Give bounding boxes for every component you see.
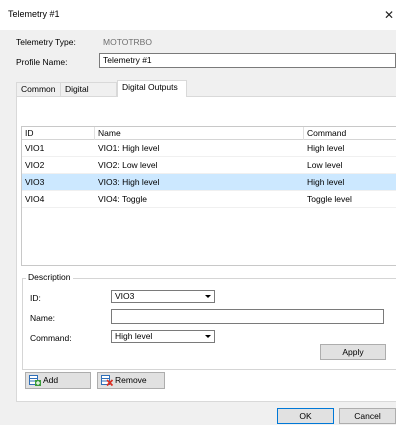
command-combobox[interactable]: High level — [111, 330, 215, 343]
ok-button[interactable]: OK — [277, 408, 334, 424]
description-legend: Description — [26, 272, 73, 282]
cell-command: Toggle level — [307, 194, 352, 204]
cell-name: VIO4: Toggle — [98, 194, 147, 204]
cell-name: VIO3: High level — [98, 177, 160, 187]
table-row[interactable]: VIO1 VIO1: High level High level — [22, 140, 396, 157]
tab-digital-inputs[interactable]: Digital Inputs — [60, 82, 117, 106]
dialog-footer: OK Cancel — [0, 402, 396, 425]
name-label: Name: — [30, 313, 56, 323]
cell-command: Low level — [307, 160, 343, 170]
close-button[interactable]: ✕ — [382, 6, 396, 24]
telemetry-type-label: Telemetry Type: — [16, 37, 76, 47]
table-header: ID Name Command — [22, 127, 396, 140]
add-button[interactable]: Add — [25, 372, 91, 389]
table-row[interactable]: VIO2 VIO2: Low level Low level — [22, 157, 396, 174]
tab-digital-outputs[interactable]: Digital Outputs — [117, 80, 187, 97]
remove-button[interactable]: Remove — [97, 372, 165, 389]
id-combobox-value: VIO3 — [115, 291, 135, 301]
cell-id: VIO3 — [25, 177, 45, 187]
table-row[interactable]: VIO4 VIO4: Toggle Toggle level — [22, 191, 396, 208]
cell-name: VIO2: Low level — [98, 160, 158, 170]
name-input[interactable] — [111, 309, 384, 324]
command-combobox-value: High level — [115, 331, 153, 341]
command-label: Command: — [30, 333, 72, 343]
column-header-id[interactable]: ID — [22, 127, 95, 140]
column-header-name[interactable]: Name — [95, 127, 304, 140]
outputs-table: ID Name Command VIO1 VIO1: High level Hi… — [21, 126, 396, 266]
cell-id: VIO4 — [25, 194, 45, 204]
profile-name-input[interactable]: Telemetry #1 — [99, 53, 396, 68]
cell-command: High level — [307, 143, 345, 153]
cell-id: VIO1 — [25, 143, 45, 153]
table-row-selected[interactable]: VIO3 VIO3: High level High level — [22, 174, 396, 191]
telemetry-dialog: Telemetry #1 ✕ Telemetry Type: MOTOTRBO … — [0, 0, 396, 425]
title-bar: Telemetry #1 ✕ — [0, 0, 396, 30]
id-combobox[interactable]: VIO3 — [111, 290, 215, 303]
telemetry-type-value: MOTOTRBO — [103, 37, 152, 47]
cancel-button[interactable]: Cancel — [339, 408, 396, 424]
column-header-command[interactable]: Command — [304, 127, 396, 140]
cell-command: High level — [307, 177, 345, 187]
cell-id: VIO2 — [25, 160, 45, 170]
chevron-down-icon[interactable] — [203, 332, 213, 341]
id-label: ID: — [30, 293, 41, 303]
profile-name-label: Profile Name: — [16, 57, 68, 67]
cell-name: VIO1: High level — [98, 143, 160, 153]
remove-button-label: Remove — [115, 375, 147, 385]
remove-row-icon — [101, 375, 113, 386]
apply-button[interactable]: Apply — [320, 344, 386, 360]
chevron-down-icon[interactable] — [203, 292, 213, 301]
tab-common[interactable]: Common — [16, 82, 61, 96]
window-title: Telemetry #1 — [8, 9, 60, 19]
add-button-label: Add — [43, 375, 59, 385]
add-row-icon — [29, 375, 41, 386]
